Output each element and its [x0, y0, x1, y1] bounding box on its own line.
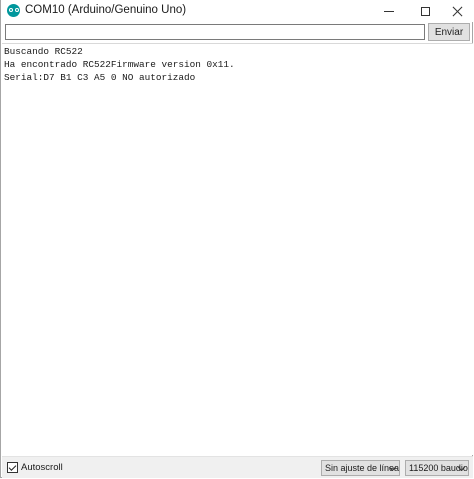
line-ending-value: Sin ajuste de línea	[325, 463, 400, 473]
serial-output[interactable]: Buscando RC522 Ha encontrado RC522Firmwa…	[2, 43, 473, 455]
line-ending-select[interactable]: Sin ajuste de línea	[321, 460, 400, 476]
close-icon	[452, 6, 463, 17]
checkmark-icon	[8, 462, 17, 471]
minimize-icon	[384, 10, 394, 12]
maximize-icon	[420, 6, 430, 16]
minimize-button[interactable]	[372, 0, 406, 22]
baud-rate-select[interactable]: 115200 baudio	[405, 460, 469, 476]
output-line: Serial:D7 B1 C3 A5 0 NO autorizado	[4, 72, 196, 83]
maximize-button[interactable]	[408, 0, 442, 22]
output-line: Buscando RC522	[4, 46, 83, 57]
title-bar[interactable]: COM10 (Arduino/Genuino Uno)	[1, 0, 474, 22]
serial-monitor-window: COM10 (Arduino/Genuino Uno) Enviar Busca…	[0, 0, 474, 478]
window-title: COM10 (Arduino/Genuino Uno)	[25, 4, 187, 16]
send-input[interactable]	[5, 24, 425, 40]
output-line: Ha encontrado RC522Firmware version 0x11…	[4, 59, 235, 70]
close-button[interactable]	[440, 0, 474, 22]
arduino-logo-icon	[7, 4, 20, 17]
send-button[interactable]: Enviar	[428, 23, 470, 41]
status-bar: Autoscroll Sin ajuste de línea 115200 ba…	[2, 456, 473, 478]
autoscroll-checkbox[interactable]	[7, 462, 18, 473]
autoscroll-label[interactable]: Autoscroll	[21, 462, 63, 473]
